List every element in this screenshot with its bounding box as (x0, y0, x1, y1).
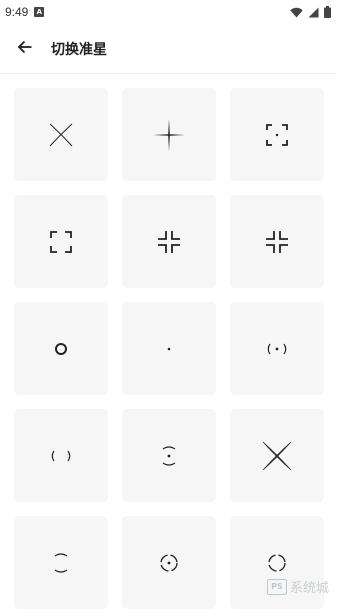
status-right (290, 6, 331, 18)
watermark-logo: PS (266, 578, 287, 595)
arrow-left-icon (17, 39, 33, 59)
crosshair-grid (14, 88, 325, 609)
crosshair-circle-icon (53, 341, 69, 357)
crosshair-option[interactable] (14, 409, 108, 502)
crosshair-option[interactable] (230, 88, 324, 181)
crosshair-arc-dot-icon (159, 444, 179, 468)
status-bar: 9:49 A (0, 0, 337, 24)
status-left: 9:49 A (5, 5, 45, 19)
crosshair-x-large-icon (261, 440, 293, 472)
crosshair-inward-corners-alt-icon (264, 229, 290, 255)
crosshair-paren-dot-icon (265, 342, 289, 356)
crosshair-option[interactable] (122, 302, 216, 395)
crosshair-x-icon (46, 120, 76, 150)
crosshair-option[interactable] (14, 516, 108, 609)
crosshair-option[interactable] (14, 195, 108, 288)
crosshair-option[interactable] (230, 195, 324, 288)
crosshair-inward-corners-icon (156, 229, 182, 255)
crosshair-circle-dot-icon (158, 552, 180, 574)
crosshair-option[interactable] (14, 88, 108, 181)
crosshair-dotted-bracket-icon (265, 123, 289, 147)
crosshair-parens-icon (49, 449, 73, 463)
crosshair-option[interactable] (122, 88, 216, 181)
crosshair-plus-icon (152, 118, 186, 152)
crosshair-option[interactable] (122, 516, 216, 609)
wifi-icon (290, 7, 303, 18)
watermark: PS 系统城 (266, 577, 329, 596)
watermark-text: 系统城 (289, 581, 329, 596)
crosshair-option[interactable] (230, 409, 324, 502)
notification-app-icon: A (34, 7, 45, 17)
signal-icon (308, 7, 319, 18)
crosshair-arc-small-icon (51, 551, 71, 575)
status-time: 9:49 (5, 5, 29, 19)
back-button[interactable] (13, 37, 37, 61)
app-bar: 切换准星 (0, 24, 337, 74)
crosshair-corner-brackets-icon (49, 230, 73, 254)
crosshair-circle-partial-icon (266, 552, 288, 574)
battery-icon (324, 6, 331, 18)
crosshair-option[interactable] (230, 302, 324, 395)
crosshair-dot-icon (165, 345, 173, 353)
page-title: 切换准星 (51, 41, 107, 58)
crosshair-option[interactable] (14, 302, 108, 395)
crosshair-option[interactable] (122, 195, 216, 288)
crosshair-option[interactable] (122, 409, 216, 502)
